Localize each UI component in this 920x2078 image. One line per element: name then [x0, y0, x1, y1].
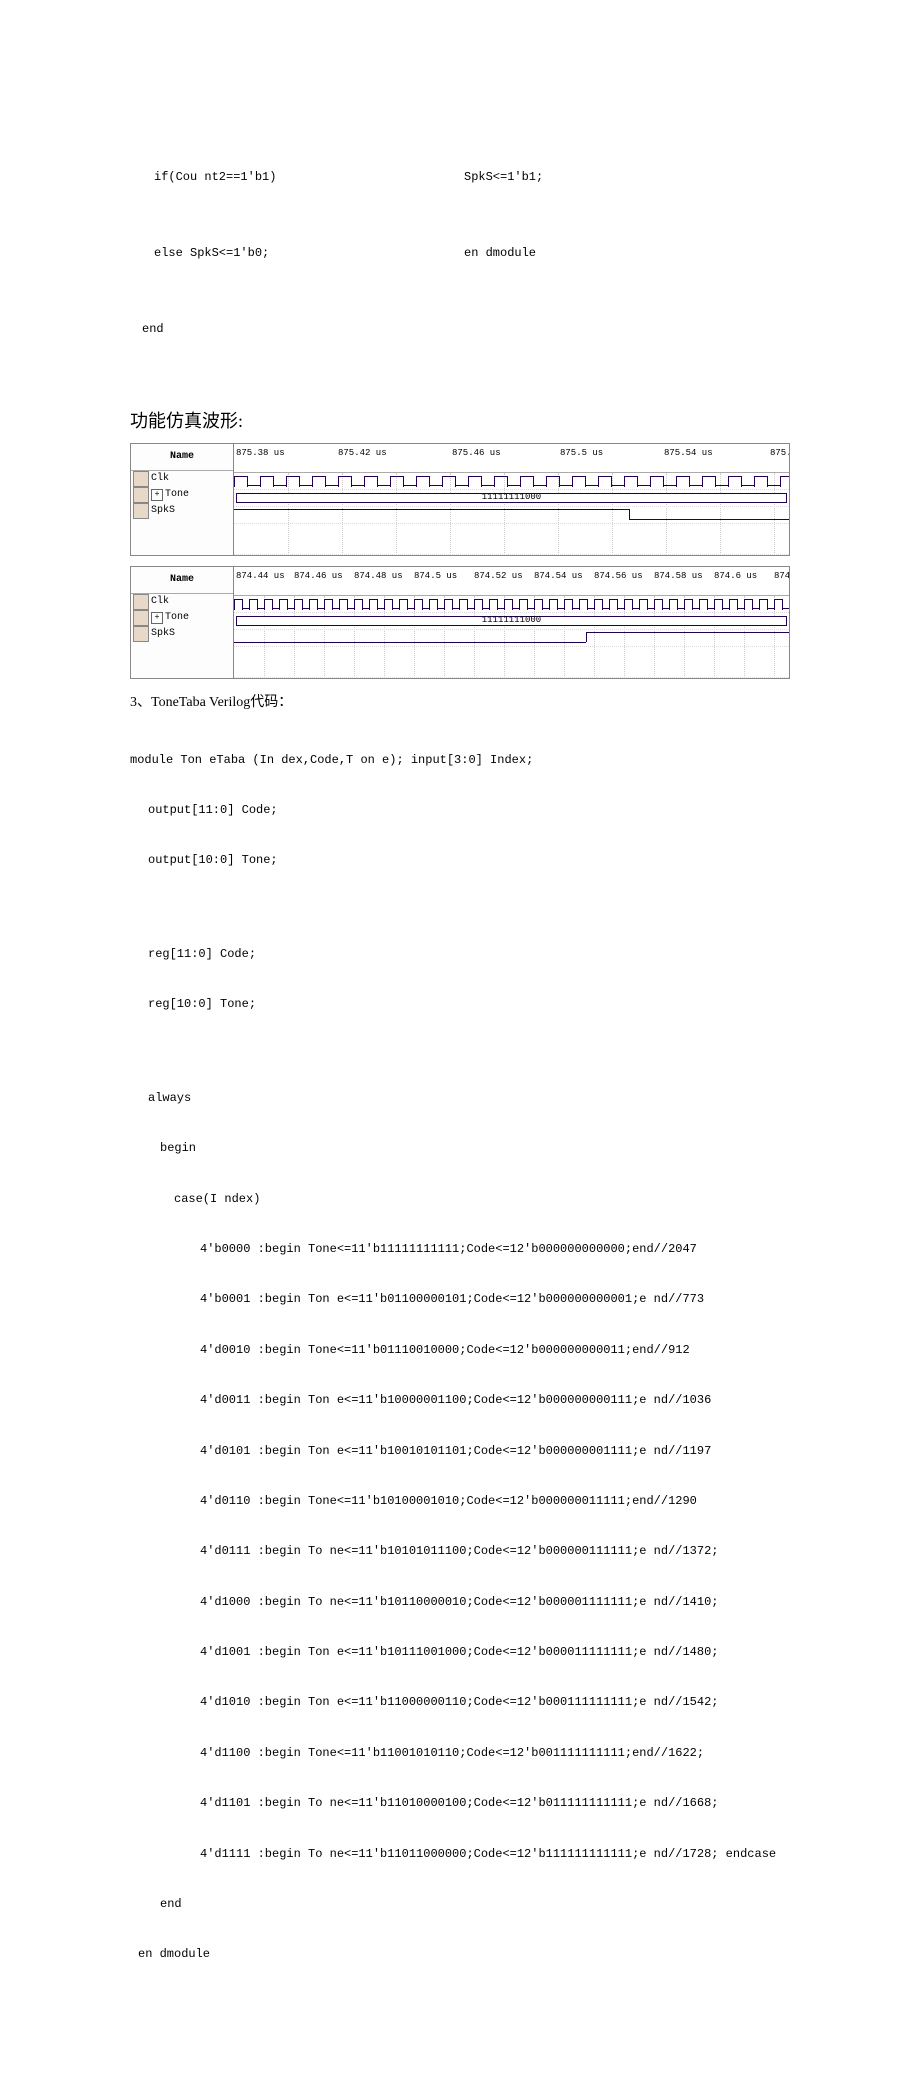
code-line: 4'd1000 :begin To ne<=11'b10110000010;Co…	[130, 1590, 790, 1615]
signal-label: Tone	[165, 609, 189, 626]
time-label: 874.54 us	[534, 569, 583, 584]
bus-value: 11111111000	[236, 616, 787, 626]
time-label: 874.52 us	[474, 569, 523, 584]
time-label: 875.38 us	[236, 446, 285, 461]
code-line: case(I ndex)	[130, 1187, 790, 1212]
time-label: 875.58 us	[770, 446, 789, 461]
signal-row-spks: SpkS	[131, 626, 233, 642]
bus-value: 11111111000	[236, 493, 787, 503]
tone-track: 11111111000	[234, 613, 789, 630]
code-line: if(Cou nt2==1'b1)	[154, 165, 464, 190]
wave-name-header: Name	[131, 444, 233, 471]
wave-name-header: Name	[131, 567, 233, 594]
code-line: reg[11:0] Code;	[130, 942, 790, 967]
spks-track	[234, 630, 789, 647]
waveform-viewer-2: Name Clk + Tone SpkS 874.44 us	[130, 566, 790, 679]
clk-track	[234, 596, 789, 613]
signal-label: Clk	[151, 593, 169, 610]
signal-row-clk: Clk	[131, 471, 233, 487]
signal-icon	[133, 594, 149, 610]
time-label: 874.5 us	[414, 569, 457, 584]
code-line: always	[130, 1086, 790, 1111]
section-heading-tonetaba: 3、ToneTaba Verilog代码：	[130, 691, 790, 715]
signal-label: SpkS	[151, 625, 175, 642]
code-line: 4'd0010 :begin Tone<=11'b01110010000;Cod…	[130, 1338, 790, 1363]
time-label: 875.42 us	[338, 446, 387, 461]
time-label: 874.44 us	[236, 569, 285, 584]
code-line: output[10:0] Tone;	[130, 848, 790, 873]
code-line: en dmodule	[130, 1942, 790, 1967]
code-line: 4'b0001 :begin Ton e<=11'b01100000101;Co…	[130, 1287, 790, 1312]
code-snippet-top: if(Cou nt2==1'b1) SpkS<=1'b1; else SpkS<…	[130, 115, 790, 392]
code-line: module Ton eTaba (In dex,Code,T on e); i…	[130, 748, 790, 773]
clk-track	[234, 473, 789, 490]
code-line: en dmodule	[464, 241, 790, 266]
code-snippet-tonetaba: module Ton eTaba (In dex,Code,T on e); i…	[130, 722, 790, 2017]
time-label: 874.58 us	[654, 569, 703, 584]
time-label: 874.56 us	[594, 569, 643, 584]
tone-track: 11111111000	[234, 490, 789, 507]
code-line: 4'b0000 :begin Tone<=11'b11111111111;Cod…	[130, 1237, 790, 1262]
code-line: 4'd1010 :begin Ton e<=11'b11000000110;Co…	[130, 1690, 790, 1715]
code-line: 4'd1100 :begin Tone<=11'b11001010110;Cod…	[130, 1741, 790, 1766]
time-label: 874.62 us	[774, 569, 789, 584]
waveform-viewer-1: Name Clk + Tone SpkS 875.38 us	[130, 443, 790, 556]
time-label: 874.6 us	[714, 569, 757, 584]
code-line: 4'd0011 :begin Ton e<=11'b10000001100;Co…	[130, 1388, 790, 1413]
wave-tracks: 11111111000	[234, 596, 789, 678]
code-line: else SpkS<=1'b0;	[154, 241, 464, 266]
code-line: end	[130, 317, 790, 342]
signal-row-tone: + Tone	[131, 487, 233, 503]
signal-icon	[133, 626, 149, 642]
code-line: begin	[130, 1136, 790, 1161]
signal-icon	[133, 503, 149, 519]
signal-icon	[133, 487, 149, 503]
time-label: 875.5 us	[560, 446, 603, 461]
code-line: reg[10:0] Tone;	[130, 992, 790, 1017]
signal-row-clk: Clk	[131, 594, 233, 610]
signal-label: Clk	[151, 470, 169, 487]
code-line: 4'd1001 :begin Ton e<=11'b10111001000;Co…	[130, 1640, 790, 1665]
time-axis: 874.44 us 874.46 us 874.48 us 874.5 us 8…	[234, 567, 789, 596]
code-line: 4'd0111 :begin To ne<=11'b10101011100;Co…	[130, 1539, 790, 1564]
signal-row-spks: SpkS	[131, 503, 233, 519]
time-label: 875.46 us	[452, 446, 501, 461]
expand-icon[interactable]: +	[151, 612, 163, 624]
code-line: 4'd0101 :begin Ton e<=11'b10010101101;Co…	[130, 1439, 790, 1464]
spks-track	[234, 507, 789, 524]
signal-label: Tone	[165, 486, 189, 503]
wave-tracks: 11111111000	[234, 473, 789, 555]
expand-icon[interactable]: +	[151, 489, 163, 501]
code-line: end	[130, 1892, 790, 1917]
code-line: 4'd0110 :begin Tone<=11'b10100001010;Cod…	[130, 1489, 790, 1514]
code-line: SpkS<=1'b1;	[464, 165, 790, 190]
signal-row-tone: + Tone	[131, 610, 233, 626]
time-label: 875.54 us	[664, 446, 713, 461]
signal-label: SpkS	[151, 502, 175, 519]
time-axis: 875.38 us 875.42 us 875.46 us 875.5 us 8…	[234, 444, 789, 473]
signal-icon	[133, 610, 149, 626]
code-line: 4'd1111 :begin To ne<=11'b11011000000;Co…	[130, 1842, 790, 1867]
time-label: 874.46 us	[294, 569, 343, 584]
signal-icon	[133, 471, 149, 487]
code-line: 4'd1101 :begin To ne<=11'b11010000100;Co…	[130, 1791, 790, 1816]
section-heading-waveform: 功能仿真波形:	[130, 406, 790, 437]
time-label: 874.48 us	[354, 569, 403, 584]
code-line: output[11:0] Code;	[130, 798, 790, 823]
